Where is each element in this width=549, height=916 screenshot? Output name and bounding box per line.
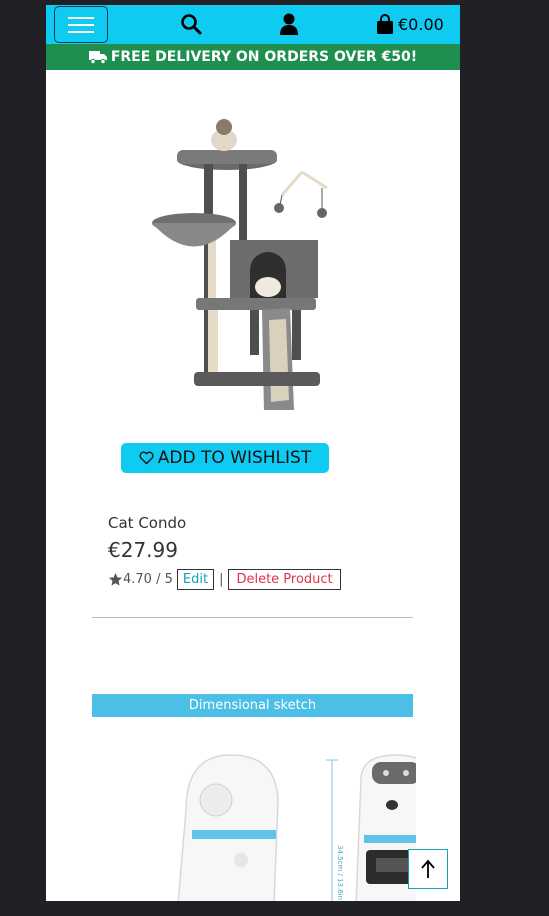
menu-bar bbox=[68, 24, 94, 26]
delivery-banner-text: FREE DELIVERY ON ORDERS OVER €50! bbox=[110, 49, 418, 65]
link-separator: | bbox=[219, 572, 224, 587]
dimensional-sketch-title: Dimensional sketch bbox=[188, 698, 317, 713]
add-to-wishlist-label: ADD TO WISHLIST bbox=[157, 448, 312, 468]
back-to-top-button[interactable] bbox=[408, 849, 448, 889]
arrow-up-icon bbox=[421, 859, 435, 878]
shopping-bag-icon bbox=[377, 14, 393, 34]
heart-icon bbox=[139, 451, 154, 465]
product-image bbox=[152, 119, 328, 410]
star-icon bbox=[108, 572, 123, 586]
account-icon[interactable] bbox=[279, 13, 299, 35]
product-rating: 4.70 / 5 bbox=[108, 572, 173, 587]
cart-link[interactable]: €0.00 bbox=[376, 14, 444, 34]
menu-toggle-button[interactable] bbox=[54, 6, 108, 43]
page: €0.00 FREE DELIVERY ON ORDERS OVER €50! bbox=[46, 5, 460, 901]
product-name: Cat Condo bbox=[108, 514, 187, 532]
dimensional-sketch-header: Dimensional sketch bbox=[92, 694, 413, 717]
menu-bar bbox=[68, 31, 94, 33]
truck-icon bbox=[88, 51, 107, 64]
add-to-wishlist-button[interactable]: ADD TO WISHLIST bbox=[121, 443, 329, 473]
cart-total: €0.00 bbox=[398, 14, 444, 34]
navbar: €0.00 bbox=[46, 5, 460, 44]
delivery-banner: FREE DELIVERY ON ORDERS OVER €50! bbox=[46, 44, 460, 70]
product-price: €27.99 bbox=[108, 538, 178, 562]
product-meta: 4.70 / 5 Edit | Delete Product bbox=[108, 566, 341, 593]
rating-value: 4.70 / 5 bbox=[123, 572, 173, 587]
delete-product-link[interactable]: Delete Product bbox=[228, 569, 341, 590]
next-product-image: 34.5cm / 13.6in bbox=[177, 754, 416, 901]
menu-bar bbox=[68, 17, 94, 19]
dimension-label: 34.5cm / 13.6in bbox=[336, 845, 344, 900]
search-icon[interactable] bbox=[180, 13, 202, 35]
product-divider bbox=[92, 617, 413, 618]
edit-product-link[interactable]: Edit bbox=[176, 569, 215, 590]
